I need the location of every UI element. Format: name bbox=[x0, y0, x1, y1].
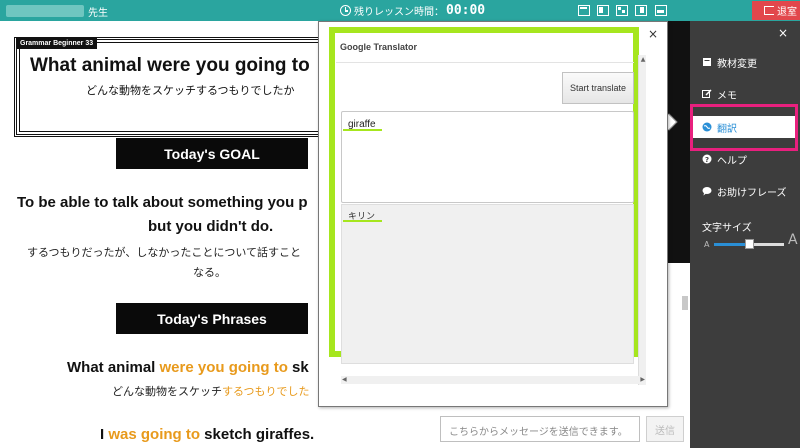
layout-side-icon[interactable] bbox=[635, 5, 647, 16]
sidebar-item-memo[interactable]: メモ bbox=[690, 83, 800, 105]
scroll-left-icon[interactable]: ◀ bbox=[342, 376, 347, 383]
material-title-ja: どんな動物をスケッチするつもりでしたか bbox=[86, 84, 295, 97]
translate-output: キリン bbox=[341, 204, 634, 364]
phrase1-en-highlight: were you going to bbox=[159, 359, 288, 376]
layout-split-icon[interactable] bbox=[597, 5, 609, 16]
goal-ja-line1: するつもりだったが、しなかったことについて話すこと bbox=[27, 246, 302, 259]
output-underline bbox=[343, 220, 382, 222]
phrase1-en: What animal were you going to sk bbox=[67, 359, 309, 376]
font-size-slider-handle[interactable] bbox=[745, 239, 754, 249]
translator-horizontal-scrollbar[interactable]: ◀ ▶ bbox=[341, 376, 646, 384]
translator-divider bbox=[336, 62, 634, 63]
timer-label: 残りレッスン時間： bbox=[354, 7, 444, 18]
font-size-label: 文字サイズ bbox=[702, 223, 752, 234]
exit-button[interactable]: 退室 bbox=[752, 1, 800, 20]
lesson-timer: 残りレッスン時間： 00:00 bbox=[340, 2, 485, 19]
chat-message-input[interactable]: こちらからメッセージを送信できます。 bbox=[440, 416, 640, 442]
translator-vertical-scrollbar[interactable]: ▲ ▼ bbox=[638, 55, 646, 385]
start-translate-button[interactable]: Start translate bbox=[562, 72, 634, 104]
send-button[interactable]: 送信 bbox=[646, 416, 684, 442]
clock-icon bbox=[340, 5, 351, 16]
sidebar-item-label: ヘルプ bbox=[717, 155, 747, 167]
top-bar: 先生 残りレッスン時間： 00:00 退室 bbox=[0, 0, 800, 21]
svg-text:?: ? bbox=[705, 156, 709, 164]
phrase1-ja-highlight: するつもりでした bbox=[222, 385, 310, 398]
layout-full-icon[interactable] bbox=[578, 5, 590, 16]
phrase1-ja-text: どんな動物をスケッチ bbox=[112, 385, 222, 398]
goal-heading: Today's GOAL bbox=[116, 138, 308, 169]
layout-compact-icon[interactable] bbox=[655, 5, 667, 16]
phrase2-en: I was going to sketch giraffes. bbox=[100, 426, 314, 443]
phrase1-en-text: What animal bbox=[67, 359, 160, 376]
book-icon bbox=[702, 57, 712, 67]
translate-input[interactable]: giraffe bbox=[341, 111, 634, 203]
popup-close-icon[interactable]: × bbox=[648, 27, 658, 41]
teacher-name: 先生 bbox=[4, 3, 108, 19]
goal-ja-line2: なる。 bbox=[193, 266, 226, 279]
timer-value: 00:00 bbox=[446, 3, 486, 18]
exit-icon bbox=[764, 6, 774, 15]
sidebar-close-icon[interactable]: × bbox=[778, 26, 788, 40]
scroll-up-icon[interactable]: ▲ bbox=[639, 56, 647, 63]
goal-en-line1: To be able to talk about something you p bbox=[17, 194, 308, 211]
help-icon: ? bbox=[702, 154, 712, 164]
font-size-slider-rest bbox=[749, 243, 784, 246]
scroll-right-icon[interactable]: ▶ bbox=[640, 376, 645, 383]
material-tag: Grammar Beginner 33 bbox=[16, 38, 98, 49]
chat-bubble-icon bbox=[702, 186, 712, 196]
sidebar: × 教材変更 メモ 翻訳 ? ヘルプ お助けフレーズ 文字サイズ A A bbox=[690, 21, 800, 448]
input-underline bbox=[343, 129, 382, 131]
translate-highlight-outline bbox=[690, 104, 798, 151]
sidebar-item-change-material[interactable]: 教材変更 bbox=[690, 51, 800, 73]
sidebar-item-label: お助けフレーズ bbox=[717, 187, 787, 199]
phrases-heading: Today's Phrases bbox=[116, 303, 308, 334]
exit-label: 退室 bbox=[777, 7, 797, 18]
phrase2-en-rest: sketch giraffes. bbox=[200, 426, 315, 443]
layout-grid-icon[interactable] bbox=[616, 5, 628, 16]
phrase1-ja: どんな動物をスケッチするつもりでした bbox=[112, 383, 310, 399]
phrase2-en-highlight: was going to bbox=[108, 426, 201, 443]
teacher-suffix: 先生 bbox=[88, 8, 108, 19]
font-size-large-icon: A bbox=[788, 232, 798, 248]
sidebar-item-label: メモ bbox=[717, 90, 737, 102]
font-size-small-icon: A bbox=[704, 240, 710, 249]
phrase1-en-rest: sk bbox=[287, 359, 309, 376]
edit-icon bbox=[702, 89, 712, 99]
translator-title: Google Translator bbox=[340, 42, 418, 52]
sidebar-item-helpful-phrases[interactable]: お助けフレーズ bbox=[690, 180, 800, 202]
teacher-name-redacted bbox=[6, 5, 84, 17]
sidebar-item-label: 教材変更 bbox=[717, 58, 757, 70]
chat-scrollbar[interactable] bbox=[682, 296, 688, 310]
sidebar-item-help[interactable]: ? ヘルプ bbox=[690, 148, 800, 170]
goal-en-line2: but you didn't do. bbox=[148, 218, 274, 235]
material-title: What animal were you going to bbox=[30, 55, 310, 76]
